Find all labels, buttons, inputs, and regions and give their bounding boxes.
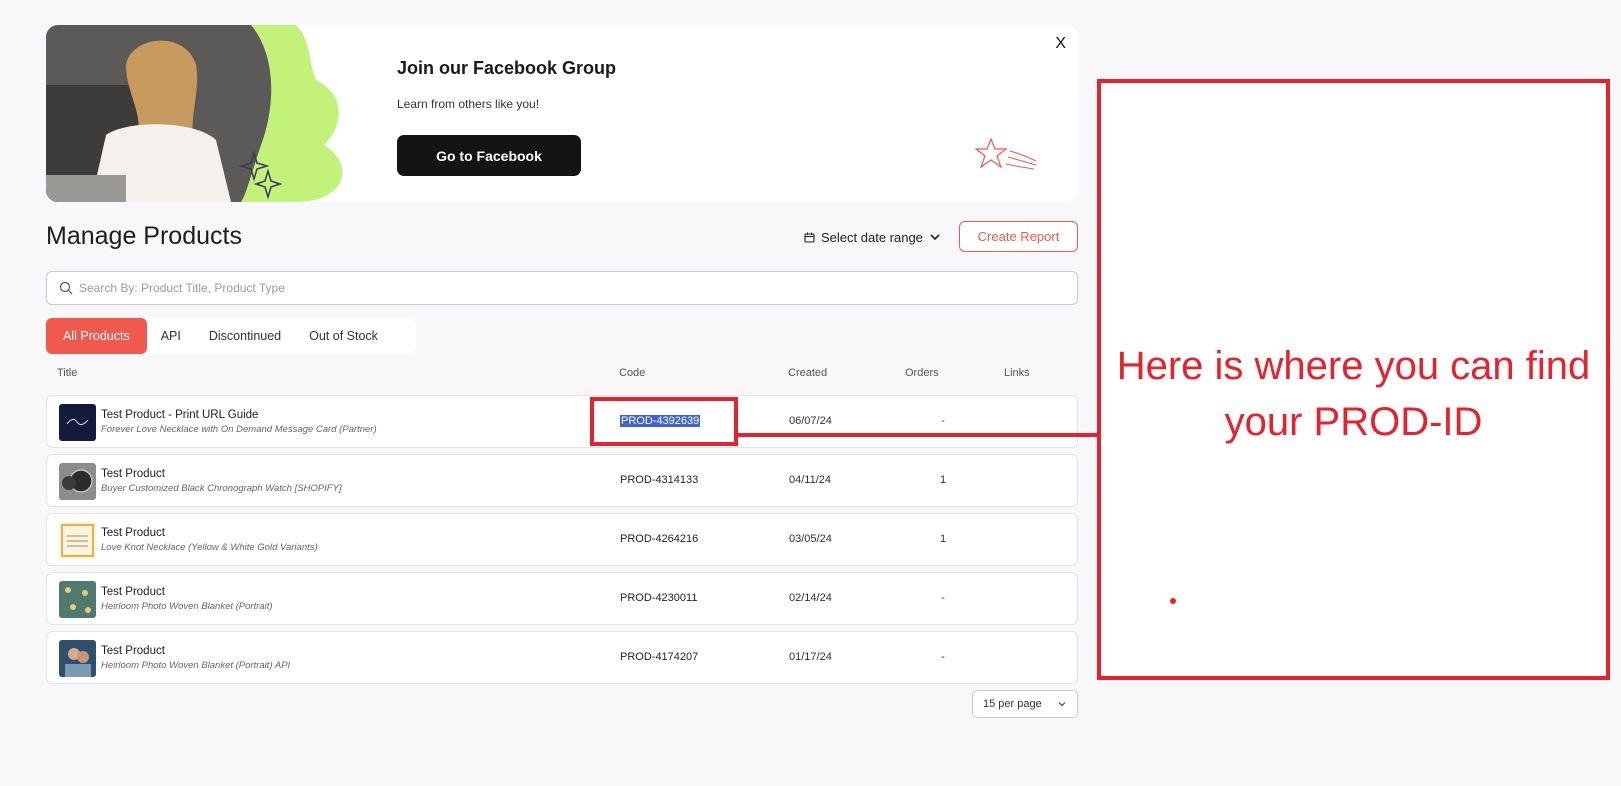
column-header-orders: Orders [905, 367, 939, 379]
product-thumbnail [59, 640, 96, 677]
per-page-label: 15 per page [983, 698, 1042, 710]
close-banner-button[interactable]: X [1055, 35, 1066, 53]
product-created-date: 02/14/24 [789, 592, 832, 604]
column-header-code: Code [619, 367, 646, 379]
per-page-select[interactable]: 15 per page [972, 690, 1078, 718]
product-created-date: 04/11/24 [789, 474, 832, 486]
page: Join our Facebook Group Learn from other… [0, 0, 1621, 786]
chevron-down-icon [1058, 702, 1066, 707]
annotation-dot [1170, 598, 1176, 604]
page-title: Manage Products [46, 222, 242, 250]
shooting-star-icon [974, 137, 1037, 170]
column-header-created: Created [788, 367, 828, 379]
table-row[interactable]: Test Product Heirloom Photo Woven Blanke… [46, 572, 1078, 625]
product-filter-tabs: All Products API Discontinued Out of Sto… [46, 318, 416, 354]
banner-subtitle: Learn from others like you! [397, 97, 540, 111]
search-icon [59, 281, 73, 295]
date-range-picker[interactable]: Select date range [804, 226, 941, 248]
product-thumbnail [59, 581, 96, 618]
product-created-date: 06/07/24 [789, 415, 832, 427]
product-thumbnail [59, 404, 96, 441]
product-code[interactable]: PROD-4174207 [620, 651, 698, 663]
table-row[interactable]: Test Product Heirloom Photo Woven Blanke… [46, 631, 1078, 684]
product-orders: - [941, 415, 945, 427]
product-subtitle: Love Knot Necklace (Yellow & White Gold … [101, 542, 318, 553]
product-orders: - [941, 651, 945, 663]
product-created-date: 01/17/24 [789, 651, 832, 663]
tab-discontinued[interactable]: Discontinued [195, 318, 295, 354]
create-report-button[interactable]: Create Report [959, 221, 1078, 252]
product-subtitle: Buyer Customized Black Chronograph Watch… [101, 483, 342, 494]
calendar-icon [804, 232, 815, 243]
annotation-highlight-box [590, 397, 738, 446]
product-subtitle: Heirloom Photo Woven Blanket (Portrait) … [101, 660, 291, 671]
go-to-facebook-button[interactable]: Go to Facebook [397, 135, 581, 176]
product-orders: - [941, 592, 945, 604]
product-subtitle: Heirloom Photo Woven Blanket (Portrait) [101, 601, 273, 612]
product-title: Test Product [101, 527, 165, 539]
annotation-callout-panel: Here is where you can find your PROD-ID [1097, 79, 1610, 680]
search-bar[interactable] [46, 271, 1078, 305]
product-title: Test Product [101, 468, 165, 480]
column-header-links: Links [1004, 367, 1030, 379]
product-title: Test Product [101, 645, 165, 657]
banner-illustration [46, 25, 343, 202]
tab-out-of-stock[interactable]: Out of Stock [295, 318, 392, 354]
column-header-title: Title [57, 367, 78, 379]
product-thumbnail [59, 463, 96, 500]
table-row[interactable]: Test Product - Print URL Guide Forever L… [46, 395, 1078, 448]
annotation-connector-line [738, 433, 1098, 437]
banner-title: Join our Facebook Group [397, 58, 617, 78]
product-thumbnail [59, 522, 96, 559]
product-subtitle: Forever Love Necklace with On Demand Mes… [101, 424, 377, 435]
product-orders: 1 [939, 533, 947, 545]
tab-api[interactable]: API [147, 318, 195, 354]
annotation-text: Here is where you can find your PROD-ID [1116, 344, 1591, 444]
product-title: Test Product - Print URL Guide [101, 409, 259, 421]
product-orders: 1 [939, 474, 947, 486]
product-code[interactable]: PROD-4314133 [620, 474, 698, 486]
chevron-down-icon [930, 234, 940, 241]
search-input[interactable] [79, 281, 1029, 295]
product-title: Test Product [101, 586, 165, 598]
table-row[interactable]: Test Product Love Knot Necklace (Yellow … [46, 513, 1078, 566]
facebook-promo-banner: Join our Facebook Group Learn from other… [46, 25, 1078, 202]
product-code[interactable]: PROD-4230011 [620, 592, 697, 604]
product-created-date: 03/05/24 [789, 533, 832, 545]
table-row[interactable]: Test Product Buyer Customized Black Chro… [46, 454, 1078, 507]
tab-all-products[interactable]: All Products [46, 318, 147, 354]
product-code[interactable]: PROD-4264216 [620, 533, 698, 545]
date-range-label: Select date range [821, 229, 923, 245]
